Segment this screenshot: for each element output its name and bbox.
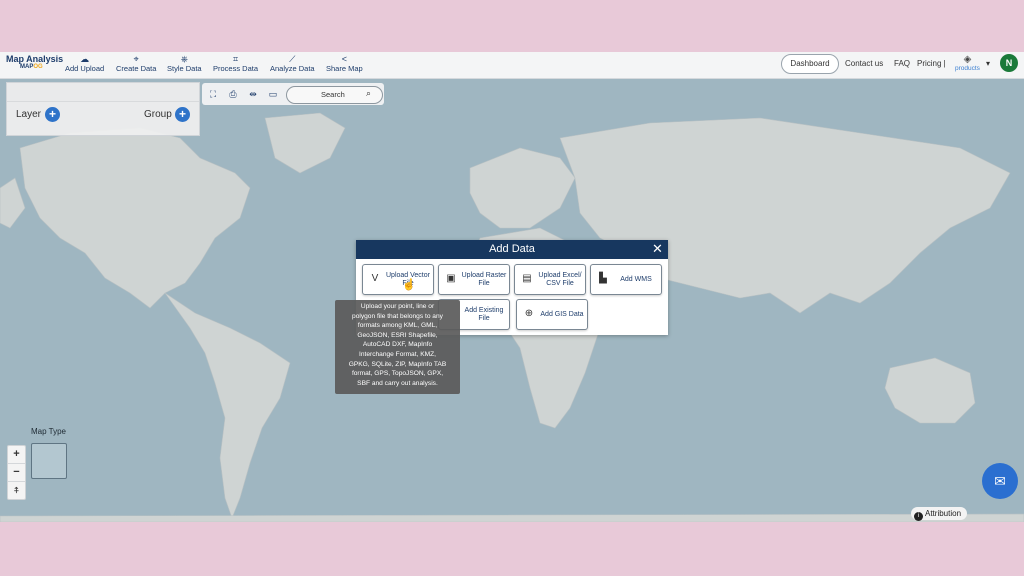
layer-label: Layer bbox=[16, 109, 42, 120]
upload-excel-csv-button[interactable]: ▤ Upload Excel/ CSV File bbox=[514, 264, 586, 295]
search-icon[interactable]: ⌕ bbox=[366, 88, 371, 99]
nav-share-map[interactable]: < Share Map bbox=[326, 54, 363, 73]
brand-sub-main: MAP bbox=[20, 64, 34, 70]
tooltip-line: GeoJSON, ESRI Shapefile, bbox=[357, 331, 438, 339]
south-america-shape bbox=[164, 292, 291, 519]
tooltip-line: Upload your point, line or bbox=[360, 303, 435, 310]
upload-excel-csv-label: Upload Excel/ CSV File bbox=[538, 271, 582, 287]
brand-logo[interactable]: Map Analysis MAPOG bbox=[6, 54, 64, 70]
nav-analyze-data-label: Analyze Data bbox=[270, 64, 315, 73]
tooltip-line: format, GPS, TopoJSON, GPX, bbox=[351, 370, 444, 378]
brand-title: Map Analysis bbox=[6, 54, 64, 64]
tooltip-line: polygon file that belongs to any bbox=[352, 312, 443, 320]
attribution-button[interactable]: i Attribution bbox=[911, 507, 967, 521]
search-placeholder: Search bbox=[321, 90, 345, 99]
app-frame: Map Analysis MAPOG ☁ Add Upload ⌖ Create… bbox=[0, 52, 1024, 522]
nav-process-data[interactable]: ⌗ Process Data bbox=[213, 54, 258, 73]
dialog-title: Add Data bbox=[489, 243, 535, 255]
nav-create-data[interactable]: ⌖ Create Data bbox=[116, 54, 156, 73]
analyze-icon: ⟋ bbox=[289, 54, 296, 64]
zoom-controls: + − ⍏ bbox=[7, 445, 26, 500]
nav-add-upload[interactable]: ☁ Add Upload bbox=[65, 54, 104, 73]
add-gis-data-button[interactable]: ⊕ Add GIS Data bbox=[516, 299, 588, 330]
map-pin-icon: ⌖ bbox=[133, 54, 139, 64]
process-icon: ⌗ bbox=[232, 54, 239, 64]
nav-style-data[interactable]: ⎈ Style Data bbox=[167, 54, 202, 73]
map-toolbar: ⛶ ⎙ ⇹ ▭ Search ⌕ bbox=[202, 83, 384, 105]
europe-shape bbox=[469, 147, 576, 229]
north-america-shape bbox=[19, 127, 251, 309]
search-input[interactable]: Search ⌕ bbox=[286, 86, 383, 104]
tooltip-line: GPKG, SQLite, ZIP, MapInfo TAB bbox=[348, 360, 447, 368]
comment-icon[interactable]: ▭ bbox=[267, 88, 279, 100]
tooltip-line: formats among KML, GML, bbox=[357, 322, 438, 330]
tooltip-line: SBF and carry out analysis. bbox=[357, 379, 438, 387]
add-group-button[interactable]: + bbox=[175, 107, 190, 122]
nav-add-upload-label: Add Upload bbox=[65, 64, 105, 73]
pointer-cursor-icon: ☝ bbox=[402, 279, 416, 291]
upload-raster-file-label: Upload Raster File bbox=[461, 271, 507, 287]
reset-north-button[interactable]: ⍏ bbox=[8, 482, 25, 499]
australia-shape bbox=[884, 357, 976, 424]
nav-analyze-data[interactable]: ⟋ Analyze Data bbox=[270, 54, 315, 73]
products-menu[interactable]: ◈ products bbox=[955, 54, 980, 72]
table-icon: ▤ bbox=[522, 273, 532, 284]
top-navigation-bar: Map Analysis MAPOG ☁ Add Upload ⌖ Create… bbox=[0, 52, 1024, 79]
upload-raster-file-button[interactable]: ▣ Upload Raster File bbox=[438, 264, 510, 295]
asia-wrap-shape bbox=[0, 177, 26, 229]
zoom-out-button[interactable]: − bbox=[8, 464, 25, 482]
print-icon[interactable]: ⎙ bbox=[227, 88, 239, 100]
dashboard-button[interactable]: Dashboard bbox=[781, 54, 839, 74]
share-icon: < bbox=[341, 54, 347, 64]
info-icon: i bbox=[914, 512, 923, 521]
brand-subtitle: MAPOG bbox=[20, 64, 62, 70]
layer-panel-header bbox=[7, 83, 199, 102]
add-existing-file-label: Add Existing File bbox=[464, 306, 504, 322]
add-gis-data-label: Add GIS Data bbox=[540, 310, 584, 318]
cloud-upload-icon: ☁ bbox=[80, 54, 90, 64]
products-label: products bbox=[955, 65, 980, 72]
greenland-shape bbox=[264, 112, 346, 174]
zoom-in-button[interactable]: + bbox=[8, 446, 25, 464]
layer-panel: Layer + Group + bbox=[6, 82, 200, 136]
nav-process-data-label: Process Data bbox=[213, 64, 259, 73]
faq-link[interactable]: FAQ bbox=[894, 59, 910, 68]
cube-icon: ◈ bbox=[963, 54, 972, 65]
pricing-link[interactable]: Pricing | bbox=[917, 59, 946, 68]
nav-create-data-label: Create Data bbox=[116, 64, 157, 73]
upload-vector-file-button[interactable]: V Upload Vector File bbox=[362, 264, 434, 295]
brand-sub-accent: OG bbox=[33, 64, 43, 70]
antarctica-shape bbox=[0, 513, 1024, 522]
chat-icon[interactable]: ✉ bbox=[982, 463, 1018, 499]
map-type-label: Map Type bbox=[31, 427, 66, 436]
vector-icon: V bbox=[371, 273, 379, 284]
add-wms-label: Add WMS bbox=[620, 275, 652, 283]
tooltip-line: Interchange Format, KMZ, bbox=[359, 350, 436, 358]
raster-icon: ▣ bbox=[446, 273, 456, 284]
globe-icon: ⊕ bbox=[524, 308, 534, 319]
attribution-label: Attribution bbox=[925, 509, 962, 518]
upload-vector-tooltip: Upload your point, line or polygon file … bbox=[335, 300, 460, 394]
nav-style-data-label: Style Data bbox=[167, 64, 202, 73]
tooltip-line: AutoCAD DXF, MapInfo bbox=[362, 341, 433, 349]
style-icon: ⎈ bbox=[180, 54, 188, 64]
contact-us-link[interactable]: Contact us bbox=[845, 59, 883, 68]
user-avatar[interactable]: N bbox=[1000, 54, 1018, 72]
map-type-thumbnail[interactable] bbox=[31, 443, 67, 479]
chevron-down-icon[interactable]: ▾ bbox=[986, 59, 990, 68]
fullscreen-icon[interactable]: ⛶ bbox=[207, 88, 219, 100]
add-layer-button[interactable]: + bbox=[45, 107, 60, 122]
nav-share-map-label: Share Map bbox=[326, 64, 363, 73]
group-label: Group bbox=[144, 109, 172, 120]
wms-icon: ▙ bbox=[599, 273, 607, 284]
dialog-header: Add Data ✕ bbox=[356, 240, 668, 259]
measure-icon[interactable]: ⇹ bbox=[247, 88, 259, 100]
close-icon[interactable]: ✕ bbox=[652, 241, 663, 257]
add-wms-button[interactable]: ▙ Add WMS bbox=[590, 264, 662, 295]
